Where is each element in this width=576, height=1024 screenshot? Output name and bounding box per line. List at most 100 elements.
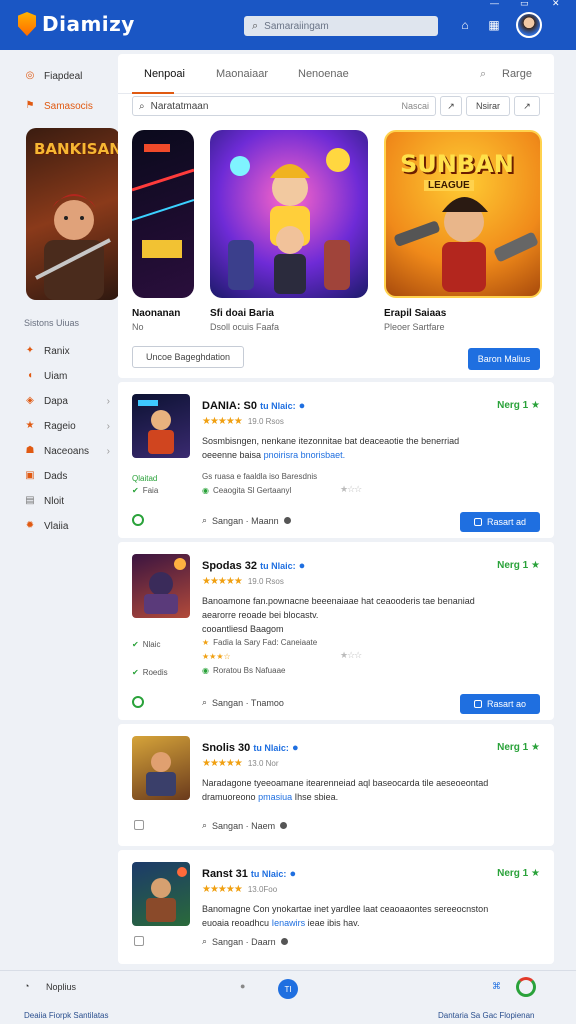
left-meta-text: Nlaic bbox=[142, 640, 161, 649]
install-button[interactable]: Rasart ad bbox=[460, 512, 540, 532]
game-thumbnail[interactable] bbox=[132, 554, 190, 618]
list-item[interactable]: Ranst 31 tu Nlaic: ● ★★★★★ 13.0Foo Banoma… bbox=[118, 850, 554, 964]
desc-line: Naradagone tyeeoamane itearenneiad aql b… bbox=[202, 778, 489, 788]
browse-button[interactable]: Baron Malius bbox=[468, 348, 540, 370]
grid-icon[interactable]: ▦ bbox=[487, 18, 501, 32]
sidebar-feature-art[interactable]: BANKISAN bbox=[26, 128, 120, 300]
rank-badge: Nerg 1 ★ bbox=[497, 868, 540, 879]
tab-nenpoai[interactable]: Nenpoai bbox=[144, 68, 185, 80]
neon-art bbox=[132, 144, 194, 258]
filter-button[interactable]: Nsirar bbox=[466, 96, 510, 116]
info-icon[interactable]: ● bbox=[299, 400, 306, 412]
desc-tail: ieae ibis hav. bbox=[307, 918, 360, 928]
left-meta-text: Faia bbox=[142, 486, 159, 495]
sidebar-item-ranix[interactable]: ✦ Ranix bbox=[24, 345, 110, 357]
title-text: Spodas 32 bbox=[202, 560, 258, 572]
sidebar-item-samasocis[interactable]: ⚑ Samasocis bbox=[24, 100, 110, 112]
checkbox[interactable] bbox=[134, 820, 144, 830]
info-icon[interactable]: ● bbox=[290, 868, 297, 880]
list-item[interactable]: Spodas 32 tu Nlaic: ● ★★★★★ 19.0 Rsos Ban… bbox=[118, 542, 554, 720]
desc-highlight[interactable]: Ienawirs bbox=[272, 918, 306, 928]
rank-text: Nerg 1 bbox=[497, 400, 529, 411]
see-recommendation-button[interactable]: Uncoe Bageghdation bbox=[132, 346, 244, 368]
minimize-icon[interactable]: — bbox=[490, 0, 499, 8]
sidebar-item-label: Fiapdeal bbox=[44, 70, 83, 82]
list-item[interactable]: DANIA: S0 tu Nlaic: ● ★★★★★ 19.0 Rsos Sos… bbox=[118, 382, 554, 538]
avatar[interactable] bbox=[516, 12, 542, 38]
flag-icon: ⚑ bbox=[25, 100, 35, 111]
app-logo-text: Diamizy bbox=[42, 12, 135, 36]
featured-card-2[interactable] bbox=[210, 130, 368, 298]
sidebar: ◎ Fiapdeal ⚑ Samasocis BANKISAN Sistons … bbox=[0, 50, 120, 970]
sidebar-item-dapa[interactable]: ◈ Dapa › bbox=[24, 395, 110, 407]
checkbox[interactable] bbox=[134, 936, 144, 946]
install-label: Rasart ao bbox=[486, 699, 527, 709]
sidebar-item-label: Samasocis bbox=[44, 100, 93, 112]
footer-center-badge[interactable]: TI bbox=[278, 979, 298, 999]
thumbnail-art bbox=[144, 558, 186, 614]
author-text: Sangan · Daarn bbox=[212, 936, 276, 947]
sidebar-item-dads[interactable]: ▣ Dads bbox=[24, 470, 110, 482]
desc-line: cooantliesd Baagom bbox=[202, 624, 284, 634]
left-meta-1: ✔ Nlaic bbox=[132, 640, 160, 649]
sidebar-item-fiapdeal[interactable]: ◎ Fiapdeal bbox=[24, 70, 110, 82]
sun-icon: ✹ bbox=[25, 520, 35, 531]
sidebar-item-label: Nloit bbox=[44, 495, 65, 507]
sort-icon[interactable]: ↗ bbox=[440, 96, 462, 116]
stars-text: ★★★★★ bbox=[202, 416, 243, 427]
footer-app-icon[interactable]: ◔ bbox=[24, 981, 29, 991]
star-icon: ★ bbox=[202, 638, 210, 647]
tab-rarge[interactable]: Rarge bbox=[502, 68, 532, 80]
game-description: Naradagone tyeeoamane itearenneiad aql b… bbox=[202, 776, 540, 804]
author-text: Sangan · Maann bbox=[212, 515, 279, 526]
app-logo[interactable]: Diamizy bbox=[18, 12, 135, 36]
sidebar-item-nloit[interactable]: ▤ Nloit bbox=[24, 495, 110, 507]
search-icon[interactable]: ⌕ bbox=[480, 68, 486, 81]
title-text: Snolis 30 bbox=[202, 742, 251, 754]
featured-card-3[interactable]: SUNBAN LEAGUE bbox=[384, 130, 542, 298]
featured-card-1[interactable] bbox=[132, 130, 194, 298]
desc-highlight[interactable]: pnoirisra bnorisbaet. bbox=[264, 450, 346, 460]
home-icon[interactable]: ⌂ bbox=[458, 18, 472, 32]
sidebar-item-label: Ranix bbox=[44, 345, 70, 357]
game-title: Spodas 32 tu Nlaic: ● bbox=[202, 560, 305, 572]
info-icon[interactable]: ● bbox=[299, 560, 306, 572]
sidebar-item-vlaiia[interactable]: ✹ Vlaiia bbox=[24, 520, 110, 532]
author-row: ⌕ Sangan · Tnamoo bbox=[202, 697, 284, 708]
footer-tag-icon[interactable]: ⌘ bbox=[492, 981, 501, 992]
rank-text: Nerg 1 bbox=[497, 560, 529, 571]
detail-text: Roratou Bs Nafuaae bbox=[212, 666, 286, 675]
footer-left-label[interactable]: Noplius bbox=[46, 982, 76, 992]
thumbnail-art bbox=[146, 867, 187, 922]
desc-highlight[interactable]: pmasiua bbox=[258, 792, 292, 802]
top-bar: Diamizy ⌕ Samaraiingam — ▭ ✕ ⌂ ▦ bbox=[0, 0, 576, 50]
top-search-input[interactable]: ⌕ Samaraiingam bbox=[244, 16, 438, 36]
close-icon[interactable]: ✕ bbox=[552, 0, 560, 9]
tab-maonaiaar[interactable]: Maonaiaar bbox=[216, 68, 268, 80]
sidebar-item-rageio[interactable]: ★ Rageio › bbox=[24, 420, 110, 432]
box-icon: ▣ bbox=[25, 470, 35, 481]
featured-card-2-name: Sfi doai Baria bbox=[210, 308, 274, 319]
panel-search-input[interactable]: ⌕ Naratatmaan Nascai bbox=[132, 96, 436, 116]
game-thumbnail[interactable] bbox=[132, 394, 190, 458]
featured-card-3-name: Erapil Saiaas bbox=[384, 308, 447, 319]
expand-icon[interactable]: ↗ bbox=[514, 96, 540, 116]
footer-bottom-right[interactable]: Dantaria Sa Gac Flopienan bbox=[438, 1011, 535, 1020]
game-thumbnail[interactable] bbox=[132, 736, 190, 800]
desc-tail: Ihse sbiea. bbox=[294, 792, 339, 802]
author-row: ⌕ Sangan · Naem bbox=[202, 820, 288, 831]
verified-icon bbox=[132, 696, 144, 708]
install-button[interactable]: Rasart ao bbox=[460, 694, 540, 714]
footer-status-icon[interactable] bbox=[516, 977, 536, 997]
info-icon[interactable]: ● bbox=[292, 742, 299, 754]
tab-nenoenae[interactable]: Nenoenae bbox=[298, 68, 349, 80]
detail-row-1: Gs ruasa e faaldla iso Baresdnis bbox=[202, 472, 318, 481]
list-item[interactable]: Snolis 30 tu Nlaic: ● ★★★★★ 13.0 Nor Nara… bbox=[118, 724, 554, 846]
sidebar-item-uiam[interactable]: ◖ Uiam bbox=[24, 370, 110, 382]
maximize-icon[interactable]: ▭ bbox=[520, 0, 529, 9]
sidebar-item-naceoans[interactable]: ☗ Naceoans › bbox=[24, 445, 110, 457]
sidebar-item-label: Dads bbox=[44, 470, 68, 482]
desc-line: euoaia reoadhcu bbox=[202, 918, 270, 928]
game-thumbnail[interactable] bbox=[132, 862, 190, 926]
footer-bottom-left[interactable]: Deaiia Fiorpk Santilatas bbox=[24, 1011, 108, 1020]
